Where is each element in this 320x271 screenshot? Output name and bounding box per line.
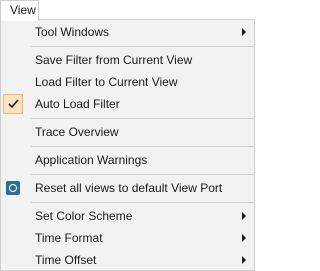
- menu-separator: [31, 46, 254, 47]
- menu-item-label: Reset all views to default View Port: [35, 181, 223, 195]
- menu-item-trace-overview[interactable]: Trace Overview: [1, 121, 254, 143]
- menu-separator: [31, 202, 254, 203]
- menu-item-label: Auto Load Filter: [35, 97, 120, 111]
- submenu-arrow-icon: [242, 28, 246, 36]
- menu-separator: [31, 118, 254, 119]
- menu-item-label: Load Filter to Current View: [35, 75, 178, 89]
- menu-item-time-offset[interactable]: Time Offset: [1, 249, 254, 271]
- menu-separator: [31, 174, 254, 175]
- menu-separator: [31, 146, 254, 147]
- menu-item-label: Application Warnings: [35, 153, 148, 167]
- menu-item-tool-windows[interactable]: Tool Windows: [1, 21, 254, 43]
- submenu-arrow-icon: [242, 234, 246, 242]
- menu-item-reset-views[interactable]: Reset all views to default View Port: [1, 177, 254, 199]
- menu-item-time-format[interactable]: Time Format: [1, 227, 254, 249]
- menu-item-label: Tool Windows: [35, 25, 110, 39]
- submenu-arrow-icon: [242, 256, 246, 264]
- checkmark-icon: [3, 94, 23, 114]
- menu-item-label: Set Color Scheme: [35, 209, 133, 223]
- view-dropdown-menu: Tool Windows Save Filter from Current Vi…: [0, 19, 255, 271]
- view-menu-title[interactable]: View: [0, 0, 39, 21]
- menu-item-save-filter[interactable]: Save Filter from Current View: [1, 49, 254, 71]
- submenu-arrow-icon: [242, 212, 246, 220]
- viewport-icon: [6, 181, 20, 195]
- menu-item-label: Trace Overview: [35, 125, 119, 139]
- menu-item-label: Time Offset: [35, 253, 97, 267]
- menu-item-auto-load-filter[interactable]: Auto Load Filter: [1, 93, 254, 115]
- menu-item-set-color-scheme[interactable]: Set Color Scheme: [1, 205, 254, 227]
- menu-item-load-filter[interactable]: Load Filter to Current View: [1, 71, 254, 93]
- menu-item-label: Save Filter from Current View: [35, 53, 193, 67]
- menu-item-application-warnings[interactable]: Application Warnings: [1, 149, 254, 171]
- menu-item-label: Time Format: [35, 231, 103, 245]
